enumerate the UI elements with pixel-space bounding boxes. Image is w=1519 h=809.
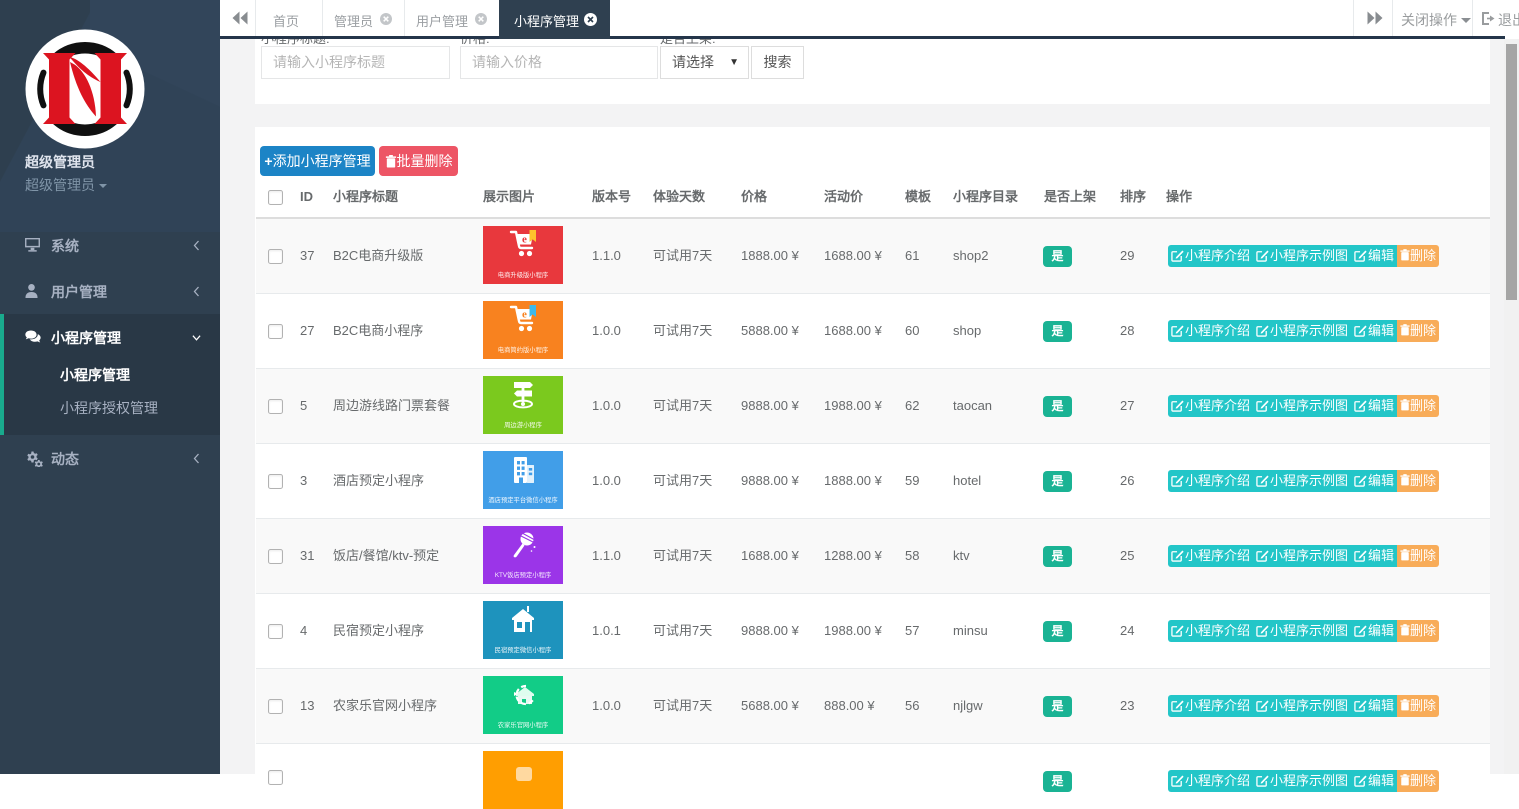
svg-text:e: e xyxy=(522,234,527,246)
svg-text:e: e xyxy=(522,309,527,321)
